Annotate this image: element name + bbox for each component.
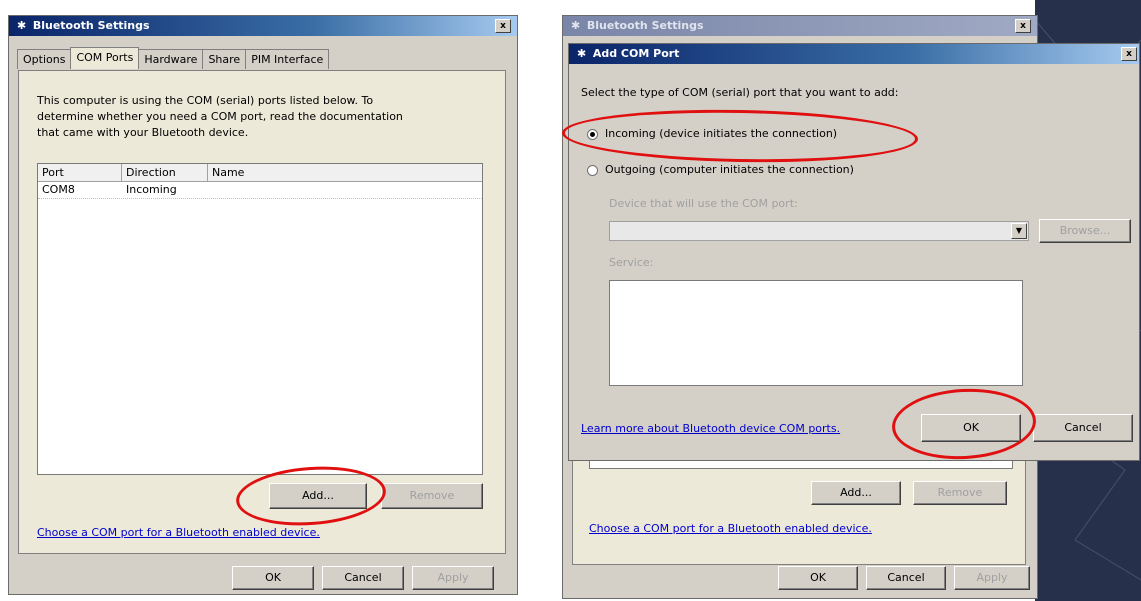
choose-com-port-link[interactable]: Choose a COM port for a Bluetooth enable… <box>37 526 320 539</box>
tab-pim-interface[interactable]: PIM Interface <box>245 49 330 69</box>
radio-outgoing[interactable] <box>587 165 598 176</box>
cell-port: COM8 <box>42 183 75 196</box>
radio-outgoing-label[interactable]: Outgoing (computer initiates the connect… <box>605 162 854 178</box>
bluetooth-icon: ✱ <box>571 19 581 32</box>
close-icon: x <box>500 21 506 31</box>
background-apply-button[interactable]: Apply <box>954 566 1030 590</box>
dialog-cancel-button[interactable]: Cancel <box>1033 414 1133 442</box>
ok-button[interactable]: OK <box>232 566 314 590</box>
dialog-close-button[interactable]: x <box>1121 47 1137 61</box>
dialog-title: Add COM Port <box>592 47 680 60</box>
instruction-text: Select the type of COM (serial) port tha… <box>581 86 899 99</box>
background-close-button[interactable]: x <box>1015 19 1031 33</box>
browse-button[interactable]: Browse... <box>1039 219 1131 243</box>
add-com-port-dialog: ✱ Add COM Port x Select the type of COM … <box>568 43 1140 461</box>
device-label: Device that will use the COM port: <box>609 197 798 210</box>
dialog-title-bar: ✱ Add COM Port <box>569 44 1139 64</box>
description-line-1: This computer is using the COM (serial) … <box>37 94 374 107</box>
service-box[interactable] <box>609 280 1023 386</box>
list-header: Port Direction Name <box>38 164 482 182</box>
close-button[interactable]: x <box>495 19 511 33</box>
tab-com-ports[interactable]: COM Ports <box>70 47 140 69</box>
apply-button[interactable]: Apply <box>412 566 494 590</box>
column-header-port[interactable]: Port <box>38 164 122 182</box>
bluetooth-icon: ✱ <box>17 19 27 32</box>
close-icon: x <box>1020 21 1026 31</box>
column-header-name[interactable]: Name <box>208 164 484 182</box>
window-title: Bluetooth Settings <box>32 19 150 32</box>
background-panel: Add... Remove Choose a COM port for a Bl… <box>572 455 1026 565</box>
tab-options[interactable]: Options <box>17 49 72 69</box>
chevron-down-icon[interactable]: ▼ <box>1011 223 1027 239</box>
tab-share[interactable]: Share <box>202 49 247 69</box>
table-row[interactable]: COM8 Incoming <box>38 182 482 199</box>
background-window-title: Bluetooth Settings <box>586 19 704 32</box>
tab-hardware[interactable]: Hardware <box>138 49 204 69</box>
device-dropdown[interactable]: ▼ <box>609 221 1029 241</box>
com-ports-list[interactable]: Port Direction Name COM8 Incoming <box>37 163 483 475</box>
remove-button[interactable]: Remove <box>381 483 483 509</box>
close-icon: x <box>1126 49 1132 59</box>
background-choose-com-port-link[interactable]: Choose a COM port for a Bluetooth enable… <box>589 522 872 535</box>
description-line-3: that came with your Bluetooth device. <box>37 126 249 139</box>
title-bar: ✱ Bluetooth Settings <box>9 16 517 36</box>
background-cancel-button[interactable]: Cancel <box>866 566 946 590</box>
service-label: Service: <box>609 256 654 269</box>
tab-strip: Options COM Ports Hardware Share PIM Interfa… <box>17 47 330 71</box>
background-ok-button[interactable]: OK <box>778 566 858 590</box>
bluetooth-icon: ✱ <box>577 47 587 60</box>
column-header-direction[interactable]: Direction <box>122 164 208 182</box>
learn-more-link[interactable]: Learn more about Bluetooth device COM po… <box>581 422 840 435</box>
description-line-2: determine whether you need a COM port, r… <box>37 110 403 123</box>
cell-direction: Incoming <box>126 183 177 196</box>
background-add-button[interactable]: Add... <box>811 481 901 505</box>
background-remove-button[interactable]: Remove <box>913 481 1007 505</box>
background-title-bar: ✱ Bluetooth Settings <box>563 16 1037 36</box>
cancel-button[interactable]: Cancel <box>322 566 404 590</box>
